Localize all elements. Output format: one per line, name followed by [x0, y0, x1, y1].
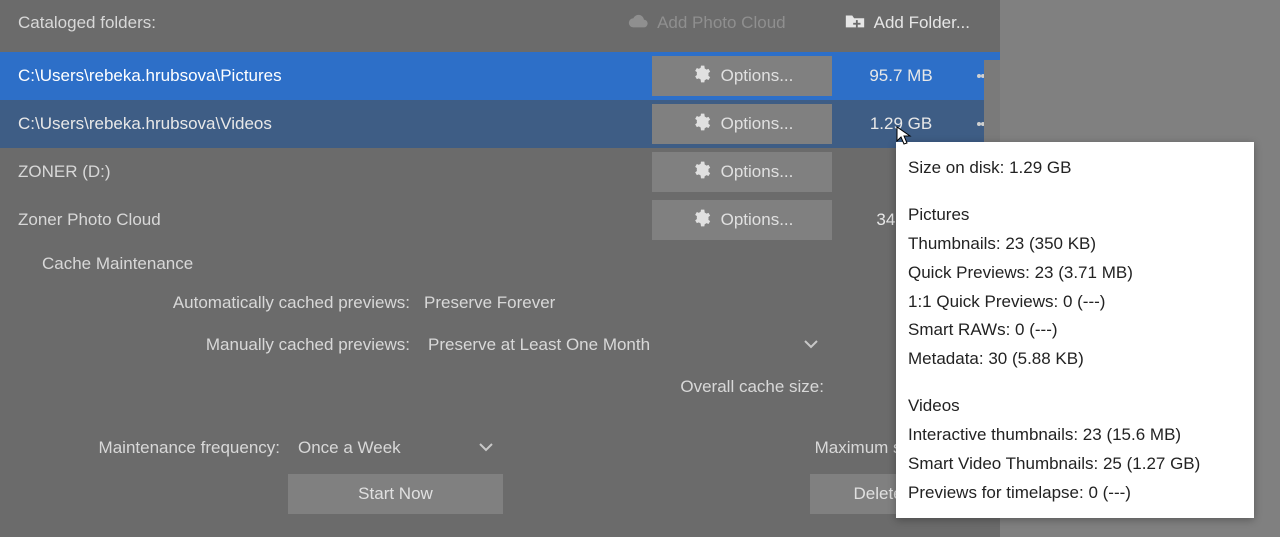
tooltip-interactive-thumbnails: Interactive thumbnails: 23 (15.6 MB)	[908, 421, 1238, 450]
chevron-down-icon	[479, 438, 493, 458]
add-photo-cloud-label: Add Photo Cloud	[657, 13, 786, 33]
gear-icon	[691, 160, 711, 185]
options-button[interactable]: Options...	[652, 200, 832, 240]
folder-row-pictures[interactable]: C:\Users\rebeka.hrubsova\Pictures Option…	[0, 52, 1000, 100]
options-button[interactable]: Options...	[652, 152, 832, 192]
maintenance-frequency-dropdown[interactable]: Once a Week	[288, 430, 503, 466]
options-button[interactable]: Options...	[652, 104, 832, 144]
folder-size: 95.7 MB	[836, 66, 966, 86]
overall-cache-label: Overall cache size:	[0, 377, 834, 397]
settings-panel: Cataloged folders: Add Photo Cloud Add F…	[0, 0, 1000, 537]
maintenance-row: Maintenance frequency: Once a Week Maxim…	[0, 426, 1000, 470]
manual-cached-dropdown[interactable]: Preserve at Least One Month	[418, 327, 828, 363]
folder-path: C:\Users\rebeka.hrubsova\Videos	[18, 114, 652, 134]
add-folder-label: Add Folder...	[874, 13, 970, 33]
tooltip-metadata: Metadata: 30 (5.88 KB)	[908, 345, 1238, 374]
options-button[interactable]: Options...	[652, 56, 832, 96]
cache-maintenance-title: Cache Maintenance	[0, 244, 1000, 282]
action-row: Start Now Delete Cache	[0, 472, 1000, 516]
folder-path: Zoner Photo Cloud	[18, 210, 652, 230]
maintenance-frequency-value: Once a Week	[298, 438, 401, 458]
tooltip-smart-raws: Smart RAWs: 0 (---)	[908, 316, 1238, 345]
options-label: Options...	[721, 162, 794, 182]
folder-path: ZONER (D:)	[18, 162, 652, 182]
chevron-down-icon	[804, 335, 818, 355]
options-label: Options...	[721, 66, 794, 86]
manual-cached-value: Preserve at Least One Month	[428, 335, 650, 355]
folder-row-zoner-cloud[interactable]: Zoner Photo Cloud Options... 34.3 K	[0, 196, 1000, 244]
folder-size: 1.29 GB	[836, 114, 966, 134]
gear-icon	[691, 64, 711, 89]
tooltip-size-on-disk: Size on disk: 1.29 GB	[908, 154, 1238, 183]
add-folder-button[interactable]: Add Folder...	[832, 6, 982, 41]
folder-list: C:\Users\rebeka.hrubsova\Pictures Option…	[0, 52, 1000, 244]
size-tooltip: Size on disk: 1.29 GB Pictures Thumbnail…	[896, 142, 1254, 518]
auto-cached-row: Automatically cached previews: Preserve …	[0, 282, 1000, 324]
options-label: Options...	[721, 210, 794, 230]
tooltip-videos-header: Videos	[908, 392, 1238, 421]
tooltip-quick-previews: Quick Previews: 23 (3.71 MB)	[908, 259, 1238, 288]
tooltip-timelapse-previews: Previews for timelapse: 0 (---)	[908, 479, 1238, 508]
tooltip-thumbnails: Thumbnails: 23 (350 KB)	[908, 230, 1238, 259]
overall-cache-row: Overall cache size: 1.6	[0, 366, 1000, 408]
folder-row-zoner-d[interactable]: ZONER (D:) Options... -	[0, 148, 1000, 196]
cloud-icon	[627, 12, 649, 35]
auto-cached-value: Preserve Forever	[418, 293, 555, 313]
folder-row-videos[interactable]: C:\Users\rebeka.hrubsova\Videos Options.…	[0, 100, 1000, 148]
auto-cached-label: Automatically cached previews:	[0, 293, 418, 313]
manual-cached-label: Manually cached previews:	[0, 335, 418, 355]
tooltip-11-quick-previews: 1:1 Quick Previews: 0 (---)	[908, 288, 1238, 317]
start-now-button[interactable]: Start Now	[288, 474, 503, 514]
top-bar: Cataloged folders: Add Photo Cloud Add F…	[0, 0, 1000, 46]
manual-cached-row: Manually cached previews: Preserve at Le…	[0, 324, 1000, 366]
add-photo-cloud-button[interactable]: Add Photo Cloud	[615, 6, 798, 41]
cataloged-folders-label: Cataloged folders:	[18, 13, 156, 33]
folder-path: C:\Users\rebeka.hrubsova\Pictures	[18, 66, 652, 86]
tooltip-pictures-header: Pictures	[908, 201, 1238, 230]
maintenance-frequency-label: Maintenance frequency:	[0, 438, 288, 458]
options-label: Options...	[721, 114, 794, 134]
folder-plus-icon	[844, 12, 866, 35]
tooltip-smart-video-thumbnails: Smart Video Thumbnails: 25 (1.27 GB)	[908, 450, 1238, 479]
gear-icon	[691, 208, 711, 233]
gear-icon	[691, 112, 711, 137]
